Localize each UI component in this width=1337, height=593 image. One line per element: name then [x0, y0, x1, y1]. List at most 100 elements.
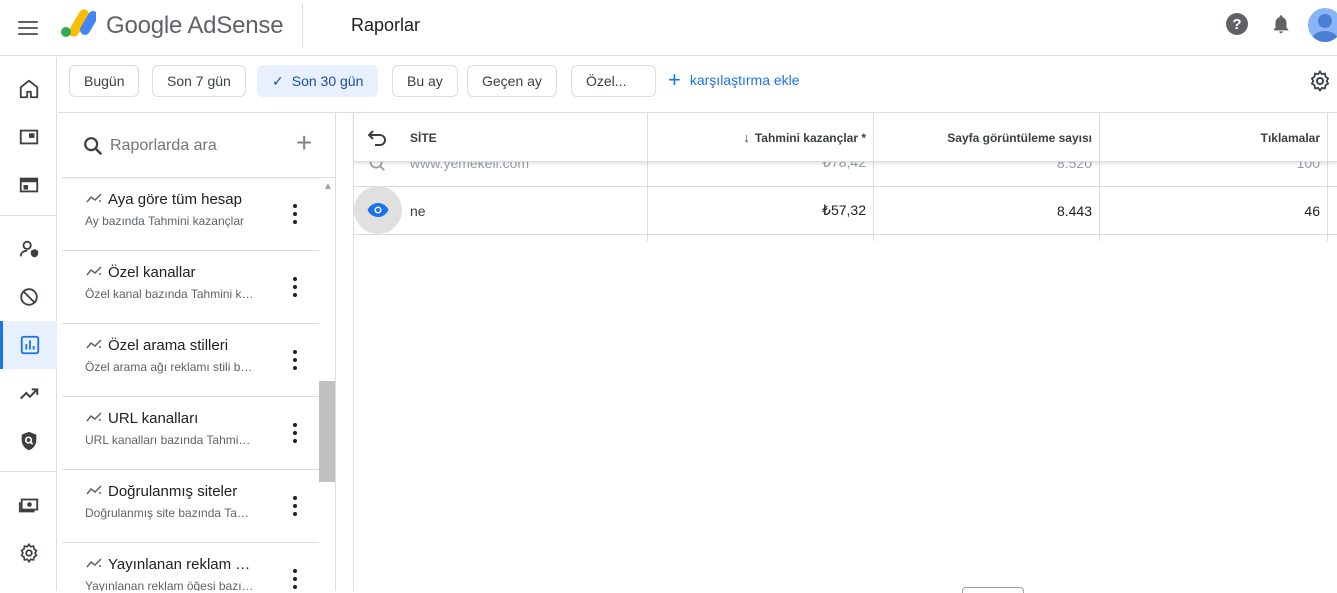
- blocking-controls-icon: [19, 288, 38, 306]
- policy-center-icon: [21, 431, 36, 451]
- adsense-logo-icon: [61, 9, 96, 37]
- report-subtitle: Özel arama ağı reklamı stili bazında Tah…: [85, 360, 255, 374]
- rail-home[interactable]: [0, 65, 57, 113]
- report-title: Yayınlanan reklam öğeleri: [108, 556, 255, 573]
- more-vert-icon[interactable]: [287, 277, 303, 297]
- chip-last-month[interactable]: Geçen ay: [467, 65, 557, 97]
- account-avatar[interactable]: [1308, 8, 1337, 42]
- cell-pageviews: 8.443: [1056, 202, 1092, 219]
- chip-this-month[interactable]: Bu ay: [392, 65, 458, 97]
- visibility-toggle[interactable]: [354, 186, 402, 234]
- report-table: www.yemekeli.com ₺78,42 8.520 100 ne ₺57…: [337, 113, 1337, 593]
- report-subtitle: Özel kanal bazında Tahmini kazançlar: [85, 287, 255, 301]
- report-item-custom-channels[interactable]: Özel kanallar Özel kanal bazında Tahmini…: [62, 251, 320, 324]
- plus-icon: +: [668, 67, 681, 92]
- rail-sites[interactable]: [0, 161, 57, 209]
- column-divider: [873, 162, 874, 241]
- column-header-pageviews[interactable]: Sayfa görüntüleme sayısı: [874, 113, 1100, 162]
- trend-icon: [86, 339, 102, 349]
- sites-icon: [19, 177, 38, 193]
- report-item-url-channels[interactable]: URL kanalları URL kanalları bazında Tahm…: [62, 397, 320, 470]
- report-item-verified-sites[interactable]: Doğrulanmış siteler Doğrulanmış site baz…: [62, 470, 320, 543]
- rail-divider: [0, 215, 57, 216]
- column-header-earnings-label: Tahmini kazançlar *: [754, 130, 866, 145]
- chip-custom[interactable]: Özel...: [571, 65, 656, 97]
- table-row[interactable]: ne ₺57,32 8.443 46: [354, 186, 1337, 235]
- reports-icon: [20, 335, 40, 355]
- report-subtitle: Ay bazında Tahmini kazançlar: [85, 214, 244, 228]
- column-header-site[interactable]: SİTE: [410, 113, 437, 162]
- more-vert-icon[interactable]: [287, 350, 303, 370]
- column-divider: [1327, 113, 1328, 162]
- undo-icon[interactable]: [368, 128, 388, 146]
- rail-payments[interactable]: [0, 481, 57, 529]
- add-comparison-label: karşılaştırma ekle: [689, 72, 800, 88]
- brand-name: Google AdSense: [106, 12, 284, 39]
- privacy-messaging-icon: [19, 240, 38, 258]
- cell-earnings: ₺57,32: [822, 202, 866, 218]
- gear-icon[interactable]: [1308, 69, 1332, 93]
- report-title: Özel arama stilleri: [108, 337, 229, 354]
- scroll-up-icon[interactable]: ▲: [323, 181, 333, 192]
- account-settings-icon: [19, 542, 38, 564]
- report-title: Doğrulanmış siteler: [108, 483, 238, 500]
- reports-panel: + Aya göre tüm hesap Ay bazında Tahmini …: [62, 113, 336, 591]
- report-subtitle: Doğrulanmış site bazında Tahmini kazançl…: [85, 506, 255, 520]
- table-header: SİTE ↓ Tahmini kazançlar * Sayfa görüntü…: [354, 113, 1337, 162]
- payments-icon: [18, 498, 38, 513]
- column-divider: [1099, 162, 1100, 241]
- top-app-bar: Google AdSense Raporlar ?: [0, 0, 1337, 56]
- more-vert-icon[interactable]: [287, 204, 303, 224]
- rail-blocking-controls[interactable]: [0, 273, 57, 321]
- more-vert-icon[interactable]: [287, 423, 303, 443]
- report-item-custom-search-styles[interactable]: Özel arama stilleri Özel arama ağı rekla…: [62, 324, 320, 397]
- column-header-clicks[interactable]: Tıklamalar: [1100, 113, 1328, 162]
- report-subtitle: Yayınlanan reklam öğesi bazında: [85, 579, 255, 591]
- rail-policy-center[interactable]: [0, 417, 57, 465]
- avatar-person-icon: [1312, 14, 1337, 42]
- help-icon[interactable]: ?: [1226, 13, 1248, 35]
- trend-icon: [86, 412, 102, 422]
- trend-icon: [86, 558, 102, 568]
- rail-ads[interactable]: [0, 113, 57, 161]
- panel-scrollbar-thumb[interactable]: [319, 381, 335, 482]
- navigation-rail: [0, 57, 57, 591]
- chip-last-7-days[interactable]: Son 7 gün: [152, 65, 246, 97]
- report-title: URL kanalları: [108, 410, 199, 427]
- report-subtitle: URL kanalları bazında Tahmini kazançlar: [85, 433, 255, 447]
- trend-icon: [86, 485, 102, 495]
- rail-account-settings[interactable]: [0, 529, 57, 577]
- report-search-bar: +: [62, 113, 335, 178]
- search-icon: [84, 137, 103, 156]
- column-divider: [1327, 162, 1328, 241]
- column-header-earnings[interactable]: ↓ Tahmini kazançlar *: [648, 113, 874, 162]
- chip-last-30-days[interactable]: ✓ Son 30 gün: [257, 65, 379, 97]
- report-title: Özel kanallar: [108, 264, 196, 281]
- rail-divider: [0, 471, 57, 472]
- date-range-bar: Bugün Son 7 gün ✓ Son 30 gün Bu ay Geçen…: [58, 57, 1337, 113]
- rail-privacy-messaging[interactable]: [0, 225, 57, 273]
- page-title: Raporlar: [351, 15, 421, 35]
- column-divider: [647, 162, 648, 241]
- more-vert-icon[interactable]: [287, 496, 303, 516]
- report-search-input[interactable]: [110, 133, 290, 159]
- cell-site: ne: [410, 202, 426, 219]
- rail-optimization[interactable]: [0, 369, 57, 417]
- add-report-icon[interactable]: +: [296, 129, 312, 157]
- menu-icon[interactable]: [14, 14, 42, 42]
- pagination-hint: [962, 587, 1024, 593]
- notifications-icon[interactable]: [1270, 13, 1292, 35]
- table-gutter: [337, 113, 354, 591]
- add-comparison-button[interactable]: + karşılaştırma ekle: [668, 67, 800, 92]
- rail-reports[interactable]: [0, 321, 57, 369]
- report-item-served-creatives[interactable]: Yayınlanan reklam öğeleri Yayınlanan rek…: [62, 543, 320, 591]
- eye-icon: [367, 203, 389, 217]
- chip-today[interactable]: Bugün: [69, 65, 140, 97]
- check-icon: ✓: [272, 72, 284, 89]
- more-vert-icon[interactable]: [287, 569, 303, 589]
- chip-last-30-days-label: Son 30 gün: [291, 73, 364, 89]
- brand-divider: [302, 4, 303, 48]
- trend-icon: [86, 193, 102, 203]
- optimization-icon: [19, 388, 38, 400]
- report-item-monthly-account[interactable]: Aya göre tüm hesap Ay bazında Tahmini ka…: [62, 178, 320, 251]
